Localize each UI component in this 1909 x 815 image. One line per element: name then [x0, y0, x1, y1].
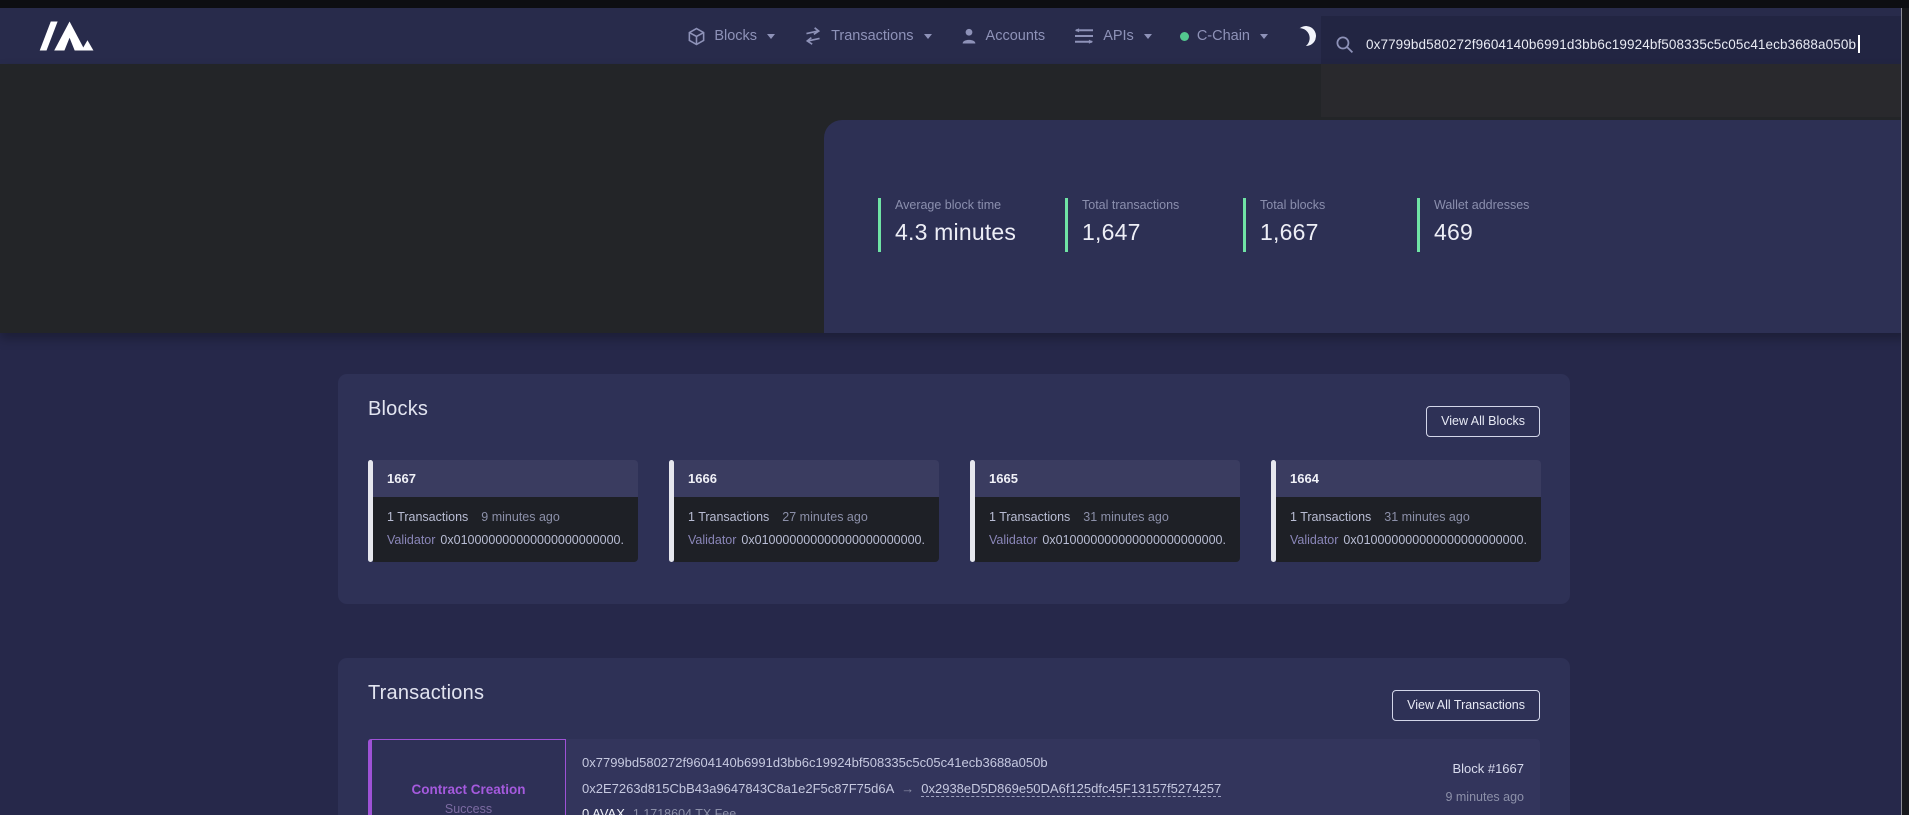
block-time-ago: 31 minutes ago	[1083, 510, 1168, 524]
nav-item-transactions[interactable]: Transactions	[803, 27, 931, 45]
nav-item-blocks[interactable]: Blocks	[687, 27, 775, 46]
chevron-down-icon	[767, 34, 775, 39]
validator-label: Validator	[1290, 533, 1338, 547]
block-card[interactable]: 1666 1 Transactions 27 minutes ago Valid…	[669, 460, 939, 562]
view-all-transactions-button[interactable]: View All Transactions	[1392, 690, 1540, 721]
block-tx-count: 1 Transactions	[688, 510, 769, 524]
block-tx-count: 1 Transactions	[989, 510, 1070, 524]
text-caret	[1858, 35, 1860, 53]
nav-item-label: Blocks	[714, 28, 757, 44]
nav-item-label: C-Chain	[1197, 28, 1250, 44]
stat-value: 1,667	[1260, 219, 1325, 246]
transactions-title: Transactions	[368, 682, 484, 705]
stat-average-block-time: Average block time 4.3 minutes	[878, 198, 1016, 252]
validator-label: Validator	[989, 533, 1037, 547]
search-shade	[1321, 64, 1901, 117]
block-number: 1665	[989, 471, 1018, 486]
moon-icon[interactable]	[1295, 25, 1318, 48]
search-icon	[1335, 35, 1354, 54]
to-address-link[interactable]: 0x2938eD5D869e50DA6f125dfc45F13157f52742…	[921, 781, 1221, 797]
transaction-time-ago: 9 minutes ago	[1445, 790, 1524, 804]
nav-item-label: Accounts	[986, 28, 1046, 44]
stats-panel: Average block time 4.3 minutes Total tra…	[824, 120, 1909, 333]
block-cards: 1667 1 Transactions 9 minutes ago Valida…	[368, 460, 1541, 562]
stat-label: Average block time	[895, 198, 1016, 212]
transaction-status-box: Contract Creation Success	[368, 739, 566, 815]
transaction-type: Contract Creation	[411, 782, 525, 797]
transaction-status: Success	[445, 802, 492, 815]
transaction-block: Block #1667	[1445, 761, 1524, 776]
validator-address[interactable]: 0x010000000000000000000000...	[1343, 533, 1527, 547]
nav-menu: Blocks Transactions Accounts	[687, 8, 1316, 64]
transaction-fee: 1.1718604 TX Fee	[633, 807, 736, 815]
card-accent-bar	[368, 460, 373, 562]
block-time-ago: 31 minutes ago	[1384, 510, 1469, 524]
block-time-ago: 9 minutes ago	[481, 510, 560, 524]
card-accent-bar	[970, 460, 975, 562]
block-time-ago: 27 minutes ago	[782, 510, 867, 524]
page: Blocks Transactions Accounts	[0, 0, 1909, 815]
search-value: 0x7799bd580272f9604140b6991d3bb6c19924bf…	[1366, 37, 1856, 52]
stat-value: 4.3 minutes	[895, 219, 1016, 246]
transaction-amount: 0 AVAX	[582, 806, 625, 815]
block-number: 1664	[1290, 471, 1319, 486]
from-address: 0x2E7263d815CbB43a9647843C8a1e2F5c87F75d…	[582, 781, 894, 796]
nav-item-label: Transactions	[831, 28, 913, 44]
nav-item-chain-selector[interactable]: C-Chain	[1180, 28, 1268, 44]
stat-label: Total transactions	[1082, 198, 1179, 212]
window-edge	[0, 0, 1909, 8]
transactions-section: Transactions View All Transactions Contr…	[338, 658, 1570, 815]
validator-label: Validator	[387, 533, 435, 547]
stat-total-blocks: Total blocks 1,667	[1243, 198, 1325, 252]
chevron-down-icon	[1144, 34, 1152, 39]
stat-label: Total blocks	[1260, 198, 1325, 212]
stat-wallet-addresses: Wallet addresses 469	[1417, 198, 1529, 252]
card-accent-bar	[669, 460, 674, 562]
view-all-blocks-button[interactable]: View All Blocks	[1426, 406, 1540, 437]
card-accent-bar	[1271, 460, 1276, 562]
stat-value: 469	[1434, 219, 1529, 246]
transaction-meta: Block #1667 9 minutes ago	[1445, 761, 1524, 804]
cube-icon	[687, 27, 706, 46]
validator-label: Validator	[688, 533, 736, 547]
stat-value: 1,647	[1082, 219, 1179, 246]
stat-label: Wallet addresses	[1434, 198, 1529, 212]
nav-item-label: APIs	[1103, 28, 1134, 44]
status-dot-icon	[1180, 32, 1189, 41]
block-card[interactable]: 1667 1 Transactions 9 minutes ago Valida…	[368, 460, 638, 562]
block-card[interactable]: 1665 1 Transactions 31 minutes ago Valid…	[970, 460, 1240, 562]
block-tx-count: 1 Transactions	[1290, 510, 1371, 524]
transaction-row[interactable]: Contract Creation Success 0x7799bd580272…	[368, 739, 1540, 815]
transaction-hash: 0x7799bd580272f9604140b6991d3bb6c19924bf…	[582, 755, 1221, 770]
sliders-icon	[1073, 27, 1095, 45]
nav-item-apis[interactable]: APIs	[1073, 27, 1152, 45]
validator-address[interactable]: 0x010000000000000000000000...	[440, 533, 624, 547]
validator-address[interactable]: 0x010000000000000000000000...	[1042, 533, 1226, 547]
chevron-down-icon	[924, 34, 932, 39]
person-icon	[960, 27, 978, 45]
arrow-right-icon: →	[901, 781, 914, 796]
avalanche-logo[interactable]	[38, 18, 96, 54]
navbar: Blocks Transactions Accounts	[0, 8, 1909, 64]
block-tx-count: 1 Transactions	[387, 510, 468, 524]
nav-item-accounts[interactable]: Accounts	[960, 27, 1046, 45]
chevron-down-icon	[1260, 34, 1268, 39]
transfer-icon	[803, 27, 823, 45]
blocks-section: Blocks View All Blocks 1667 1 Transactio…	[338, 374, 1570, 604]
vertical-scrollbar[interactable]	[1901, 8, 1909, 815]
hero-section: Average block time 4.3 minutes Total tra…	[0, 64, 1909, 333]
block-card[interactable]: 1664 1 Transactions 31 minutes ago Valid…	[1271, 460, 1541, 562]
blocks-title: Blocks	[368, 398, 428, 421]
stat-total-transactions: Total transactions 1,647	[1065, 198, 1179, 252]
block-number: 1666	[688, 471, 717, 486]
validator-address[interactable]: 0x010000000000000000000000...	[741, 533, 925, 547]
block-number: 1667	[387, 471, 416, 486]
transaction-details: 0x7799bd580272f9604140b6991d3bb6c19924bf…	[582, 755, 1221, 815]
